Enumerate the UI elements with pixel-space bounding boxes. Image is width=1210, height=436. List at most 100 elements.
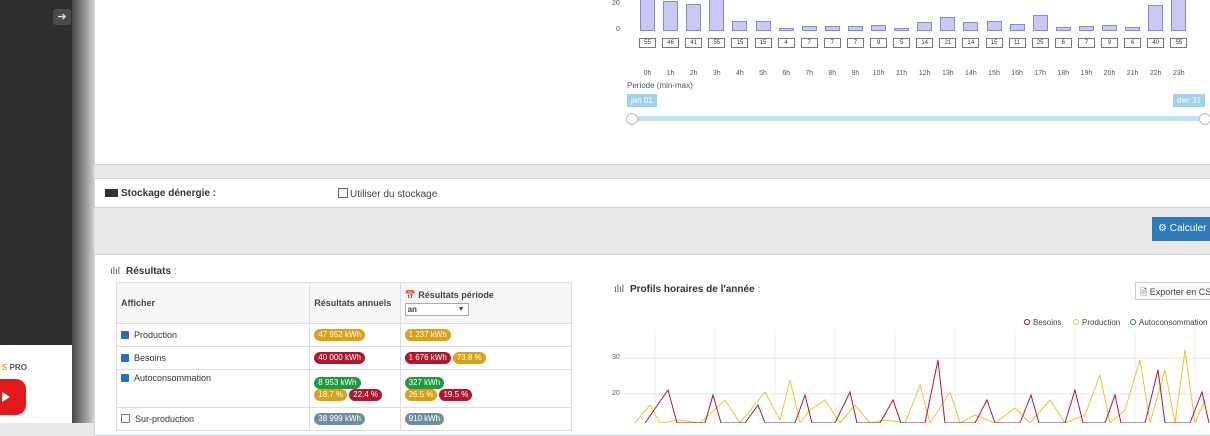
annual-cell: 40 000 kWh bbox=[309, 346, 401, 370]
hour-label: 6h bbox=[782, 70, 790, 77]
slider-handle-end[interactable] bbox=[1199, 113, 1210, 125]
period-pct-badge: 19.5 % bbox=[439, 388, 473, 401]
promo-card[interactable]: S PRO bbox=[0, 345, 72, 423]
hour-bar bbox=[963, 21, 979, 31]
row-label-text: Autoconsommation bbox=[134, 373, 212, 383]
table-row: Besoins 40 000 kWh 1 676 kWh 73.8 % bbox=[115, 346, 573, 370]
legend-item-production[interactable]: Production bbox=[1073, 318, 1120, 327]
period-select-value: an bbox=[407, 305, 417, 314]
hour-value-box: 46 bbox=[662, 38, 680, 48]
hour-value-box: 15 bbox=[985, 38, 1003, 48]
checkbox-unchecked[interactable] bbox=[121, 414, 130, 423]
hour-label: 21h bbox=[1126, 70, 1139, 77]
range-end-chip: dec 31 bbox=[1173, 94, 1206, 107]
period-cell: 910 kWh bbox=[399, 407, 573, 431]
hour-label: 18h bbox=[1057, 70, 1070, 77]
profiles-line-chart bbox=[623, 330, 1210, 423]
besoins-line bbox=[644, 359, 1210, 423]
calendar-icon: 📅 bbox=[404, 290, 416, 300]
row-label[interactable]: Autoconsommation bbox=[115, 369, 311, 408]
hour-label: 0h bbox=[643, 70, 652, 77]
hour-label: 1h bbox=[666, 70, 675, 77]
hour-bar bbox=[686, 4, 702, 31]
storage-panel bbox=[94, 178, 1210, 208]
use-storage-checkbox[interactable]: Utiliser du stockage bbox=[338, 188, 437, 200]
period-slider-track[interactable] bbox=[630, 116, 1210, 121]
row-label-text: Besoins bbox=[134, 353, 167, 363]
hour-bar bbox=[663, 1, 679, 31]
hour-label: 10h bbox=[872, 70, 885, 77]
hour-bar bbox=[709, 0, 725, 31]
hour-label: 19h bbox=[1080, 70, 1093, 77]
legend-label: Autoconsommation bbox=[1139, 318, 1208, 327]
hour-bar bbox=[871, 25, 886, 31]
hour-label: 16h bbox=[1011, 70, 1023, 77]
arrow-circle-icon[interactable]: ➜ bbox=[53, 9, 71, 25]
legend-item-autoconsommation[interactable]: Autoconsommation bbox=[1130, 318, 1207, 327]
legend-dot-icon bbox=[1130, 319, 1136, 325]
header-period-text: Résultats période bbox=[418, 290, 494, 300]
left-dark-panel: ➜ S PRO bbox=[0, 0, 94, 423]
export-label: Exporter en CS bbox=[1149, 287, 1210, 297]
hour-label: 7h bbox=[805, 70, 814, 77]
hour-bar bbox=[801, 26, 817, 31]
row-label[interactable]: Besoins bbox=[115, 346, 311, 370]
storage-title: Stockage dénergie : bbox=[121, 188, 217, 199]
hour-bar bbox=[824, 26, 840, 31]
annual-badge: 38 999 kWh bbox=[314, 413, 365, 425]
checkbox-box[interactable] bbox=[338, 188, 348, 198]
hour-value-box: 55 bbox=[708, 38, 726, 48]
hour-bar bbox=[940, 17, 956, 31]
hour-label: 17h bbox=[1034, 70, 1047, 77]
y-tick: 20 bbox=[612, 0, 620, 7]
hour-bar bbox=[986, 21, 1002, 31]
annual-badge: 40 000 kWh bbox=[314, 352, 365, 364]
hour-bar bbox=[1171, 0, 1187, 31]
period-select[interactable]: an ▼ bbox=[404, 303, 469, 316]
profiles-title-suffix: : bbox=[754, 284, 761, 295]
annual-badge: 47 952 kWh bbox=[314, 329, 365, 341]
period-cell: 327 kWh 26.5 % 19.5 % bbox=[399, 369, 573, 408]
slider-handle-start[interactable] bbox=[626, 113, 638, 125]
youtube-play-icon[interactable] bbox=[0, 379, 26, 415]
hour-label: 23h bbox=[1172, 70, 1185, 77]
hour-value-box: 7 bbox=[846, 38, 864, 48]
hour-value-box: 41 bbox=[685, 38, 703, 48]
legend-label: Besoins bbox=[1033, 318, 1062, 327]
hour-value-box: 7 bbox=[823, 38, 841, 48]
period-cell: 1 676 kWh 73.8 % bbox=[399, 346, 573, 370]
annual-pct-badge: 18.7 % bbox=[314, 388, 348, 401]
hour-value-box: 15 bbox=[754, 38, 772, 48]
results-table: Afficher Résultats annuels 📅 Résultats p… bbox=[115, 282, 573, 431]
hour-label: 22h bbox=[1149, 70, 1162, 77]
calculate-button[interactable]: ⚙ Calculer bbox=[1152, 217, 1210, 241]
hour-label: 2h bbox=[689, 70, 698, 77]
hour-label: 13h bbox=[941, 70, 954, 77]
hour-bar bbox=[1009, 23, 1025, 31]
checkbox-checked[interactable] bbox=[121, 354, 129, 362]
row-label[interactable]: Sur-production bbox=[115, 407, 311, 431]
annual-cell: 38 999 kWh bbox=[309, 407, 401, 431]
legend-label: Production bbox=[1082, 318, 1121, 327]
period-pct-badge: 73.8 % bbox=[452, 352, 486, 364]
export-csv-button[interactable]: 🗎 Exporter en CS bbox=[1135, 282, 1210, 300]
results-title-suffix: : bbox=[171, 266, 177, 277]
hour-bar bbox=[1032, 14, 1048, 31]
hour-bar bbox=[732, 21, 748, 31]
hour-value-box: 25 bbox=[1031, 38, 1049, 48]
checkbox-checked[interactable] bbox=[121, 331, 129, 339]
checkbox-checked[interactable] bbox=[121, 374, 129, 382]
hour-bar bbox=[1125, 27, 1141, 31]
annual-badge: 8 953 kWh bbox=[314, 376, 361, 389]
hour-value-box: 9 bbox=[870, 38, 887, 48]
file-icon: 🗎 bbox=[1140, 287, 1150, 297]
hour-value-box: 7 bbox=[800, 38, 818, 48]
y-tick: 0 bbox=[616, 26, 620, 33]
row-label[interactable]: Production bbox=[115, 323, 311, 347]
hour-bar bbox=[778, 28, 794, 31]
hour-value-box: 14 bbox=[962, 38, 980, 48]
table-row: Production 47 952 kWh 1 237 kWh bbox=[115, 323, 573, 347]
row-label-text: Production bbox=[134, 330, 178, 340]
period-cell: 1 237 kWh bbox=[399, 323, 573, 347]
legend-item-besoins[interactable]: Besoins bbox=[1024, 318, 1061, 327]
